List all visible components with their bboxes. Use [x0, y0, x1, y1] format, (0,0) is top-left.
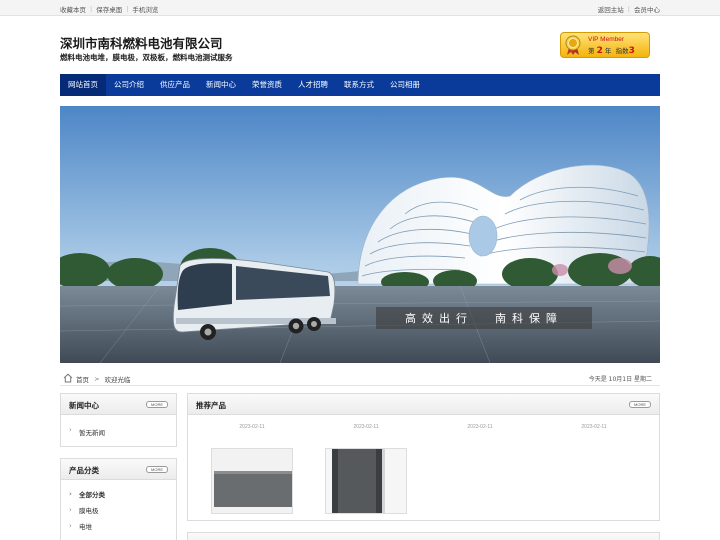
products-box-title: 推荐产品	[196, 401, 226, 410]
nav-news[interactable]: 新闻中心	[198, 74, 244, 96]
medal-icon	[565, 35, 581, 55]
top-bar-left-links: 收藏本页 | 保存桌面 | 手机浏览	[60, 4, 158, 14]
news-more-button[interactable]: MORE	[146, 401, 168, 408]
category-box-title: 产品分类	[69, 466, 99, 475]
banner-caption: 高效出行 南科保障	[376, 307, 592, 329]
category-list: 全部分类 膜电极 电堆	[61, 480, 176, 535]
product-date: 2023-02-11	[581, 424, 607, 430]
nav-company-intro[interactable]: 公司介绍	[106, 74, 152, 96]
banner-caption-left: 高效出行	[405, 312, 473, 325]
category-more-button[interactable]: MORE	[146, 466, 168, 473]
mobile-view-link[interactable]: 手机浏览	[132, 4, 158, 14]
product-date: 2023-02-11	[239, 424, 265, 430]
separator: |	[90, 5, 93, 13]
category-item-stack[interactable]: 电堆	[61, 518, 176, 535]
nav-jobs[interactable]: 人才招聘	[290, 74, 336, 96]
list-item: 暂无新闻	[61, 426, 176, 437]
category-item-mea[interactable]: 膜电极	[61, 502, 176, 519]
product-date: 2023-02-11	[467, 424, 493, 430]
news-center-box: 新闻中心 MORE 暂无新闻	[60, 393, 177, 447]
separator: |	[126, 5, 129, 13]
breadcrumb-current: 欢迎光临	[104, 376, 131, 384]
breadcrumb-home[interactable]: 首页	[76, 374, 89, 384]
home-icon	[63, 373, 73, 383]
bookmark-link[interactable]: 收藏本页	[60, 4, 86, 14]
nav-honors[interactable]: 荣誉资质	[244, 74, 290, 96]
top-bar-right-links: 返回主站 | 会员中心	[598, 4, 660, 14]
vip-label: VIP Member	[588, 36, 625, 43]
category-item-all[interactable]: 全部分类	[61, 486, 176, 503]
current-date: 今天是 10月1日 星期二	[588, 376, 652, 383]
product-date: 2023-02-11	[353, 424, 379, 430]
vip-unit: 年	[604, 47, 612, 55]
product-card[interactable]: 2023-02-11	[211, 424, 293, 514]
news-list: 暂无新闻	[61, 426, 176, 437]
category-box-header: 产品分类 MORE	[61, 459, 176, 480]
breadcrumb: 首页 > 欢迎光临 今天是 10月1日 星期二	[60, 370, 660, 386]
breadcrumb-separator: >	[94, 375, 100, 383]
next-section-box	[187, 532, 660, 540]
top-bar: 收藏本页 | 保存桌面 | 手机浏览 返回主站 | 会员中心	[0, 0, 720, 16]
vip-level-label: 指数	[615, 47, 629, 55]
product-card[interactable]: 2023-02-11	[553, 424, 635, 430]
vip-prefix: 第	[588, 47, 595, 55]
product-card[interactable]: 2023-02-11	[439, 424, 521, 430]
products-box-header: 推荐产品 MORE	[188, 394, 659, 415]
news-box-title: 新闻中心	[69, 401, 99, 410]
vip-years: 第 2 年 指数3	[588, 45, 635, 56]
hero-banner: 高效出行 南科保障	[60, 106, 660, 363]
recommended-products-box: 推荐产品 MORE 2023-02-11 2023-02-11 2023-02-…	[187, 393, 660, 521]
product-card[interactable]: 2023-02-11	[325, 424, 407, 514]
save-desktop-link[interactable]: 保存桌面	[96, 4, 122, 14]
nav-contact[interactable]: 联系方式	[336, 74, 382, 96]
nav-home[interactable]: 网站首页	[60, 74, 106, 96]
separator: |	[627, 5, 630, 13]
breadcrumb-links: 首页 > 欢迎光临	[76, 374, 130, 384]
member-center-link[interactable]: 会员中心	[634, 4, 660, 14]
company-slogan: 燃料电池电堆，膜电极，双极板，燃料电池测试服务	[60, 53, 233, 62]
main-site-link[interactable]: 返回主站	[598, 4, 624, 14]
company-name: 深圳市南科燃料电池有限公司	[60, 36, 223, 51]
vip-member-badge: VIP Member 第 2 年 指数3	[560, 32, 650, 58]
vip-years-value: 2	[596, 46, 603, 56]
product-image[interactable]	[325, 448, 407, 514]
news-box-header: 新闻中心 MORE	[61, 394, 176, 415]
nav-products[interactable]: 供应产品	[152, 74, 198, 96]
vip-level-value: 3	[628, 46, 635, 56]
product-category-box: 产品分类 MORE 全部分类 膜电极 电堆	[60, 458, 177, 540]
products-more-button[interactable]: MORE	[629, 401, 651, 408]
nav-album[interactable]: 公司相册	[382, 74, 428, 96]
product-image[interactable]	[211, 448, 293, 514]
main-nav: 网站首页 公司介绍 供应产品 新闻中心 荣誉资质 人才招聘 联系方式 公司相册	[60, 74, 660, 96]
banner-caption-right: 南科保障	[495, 312, 563, 325]
